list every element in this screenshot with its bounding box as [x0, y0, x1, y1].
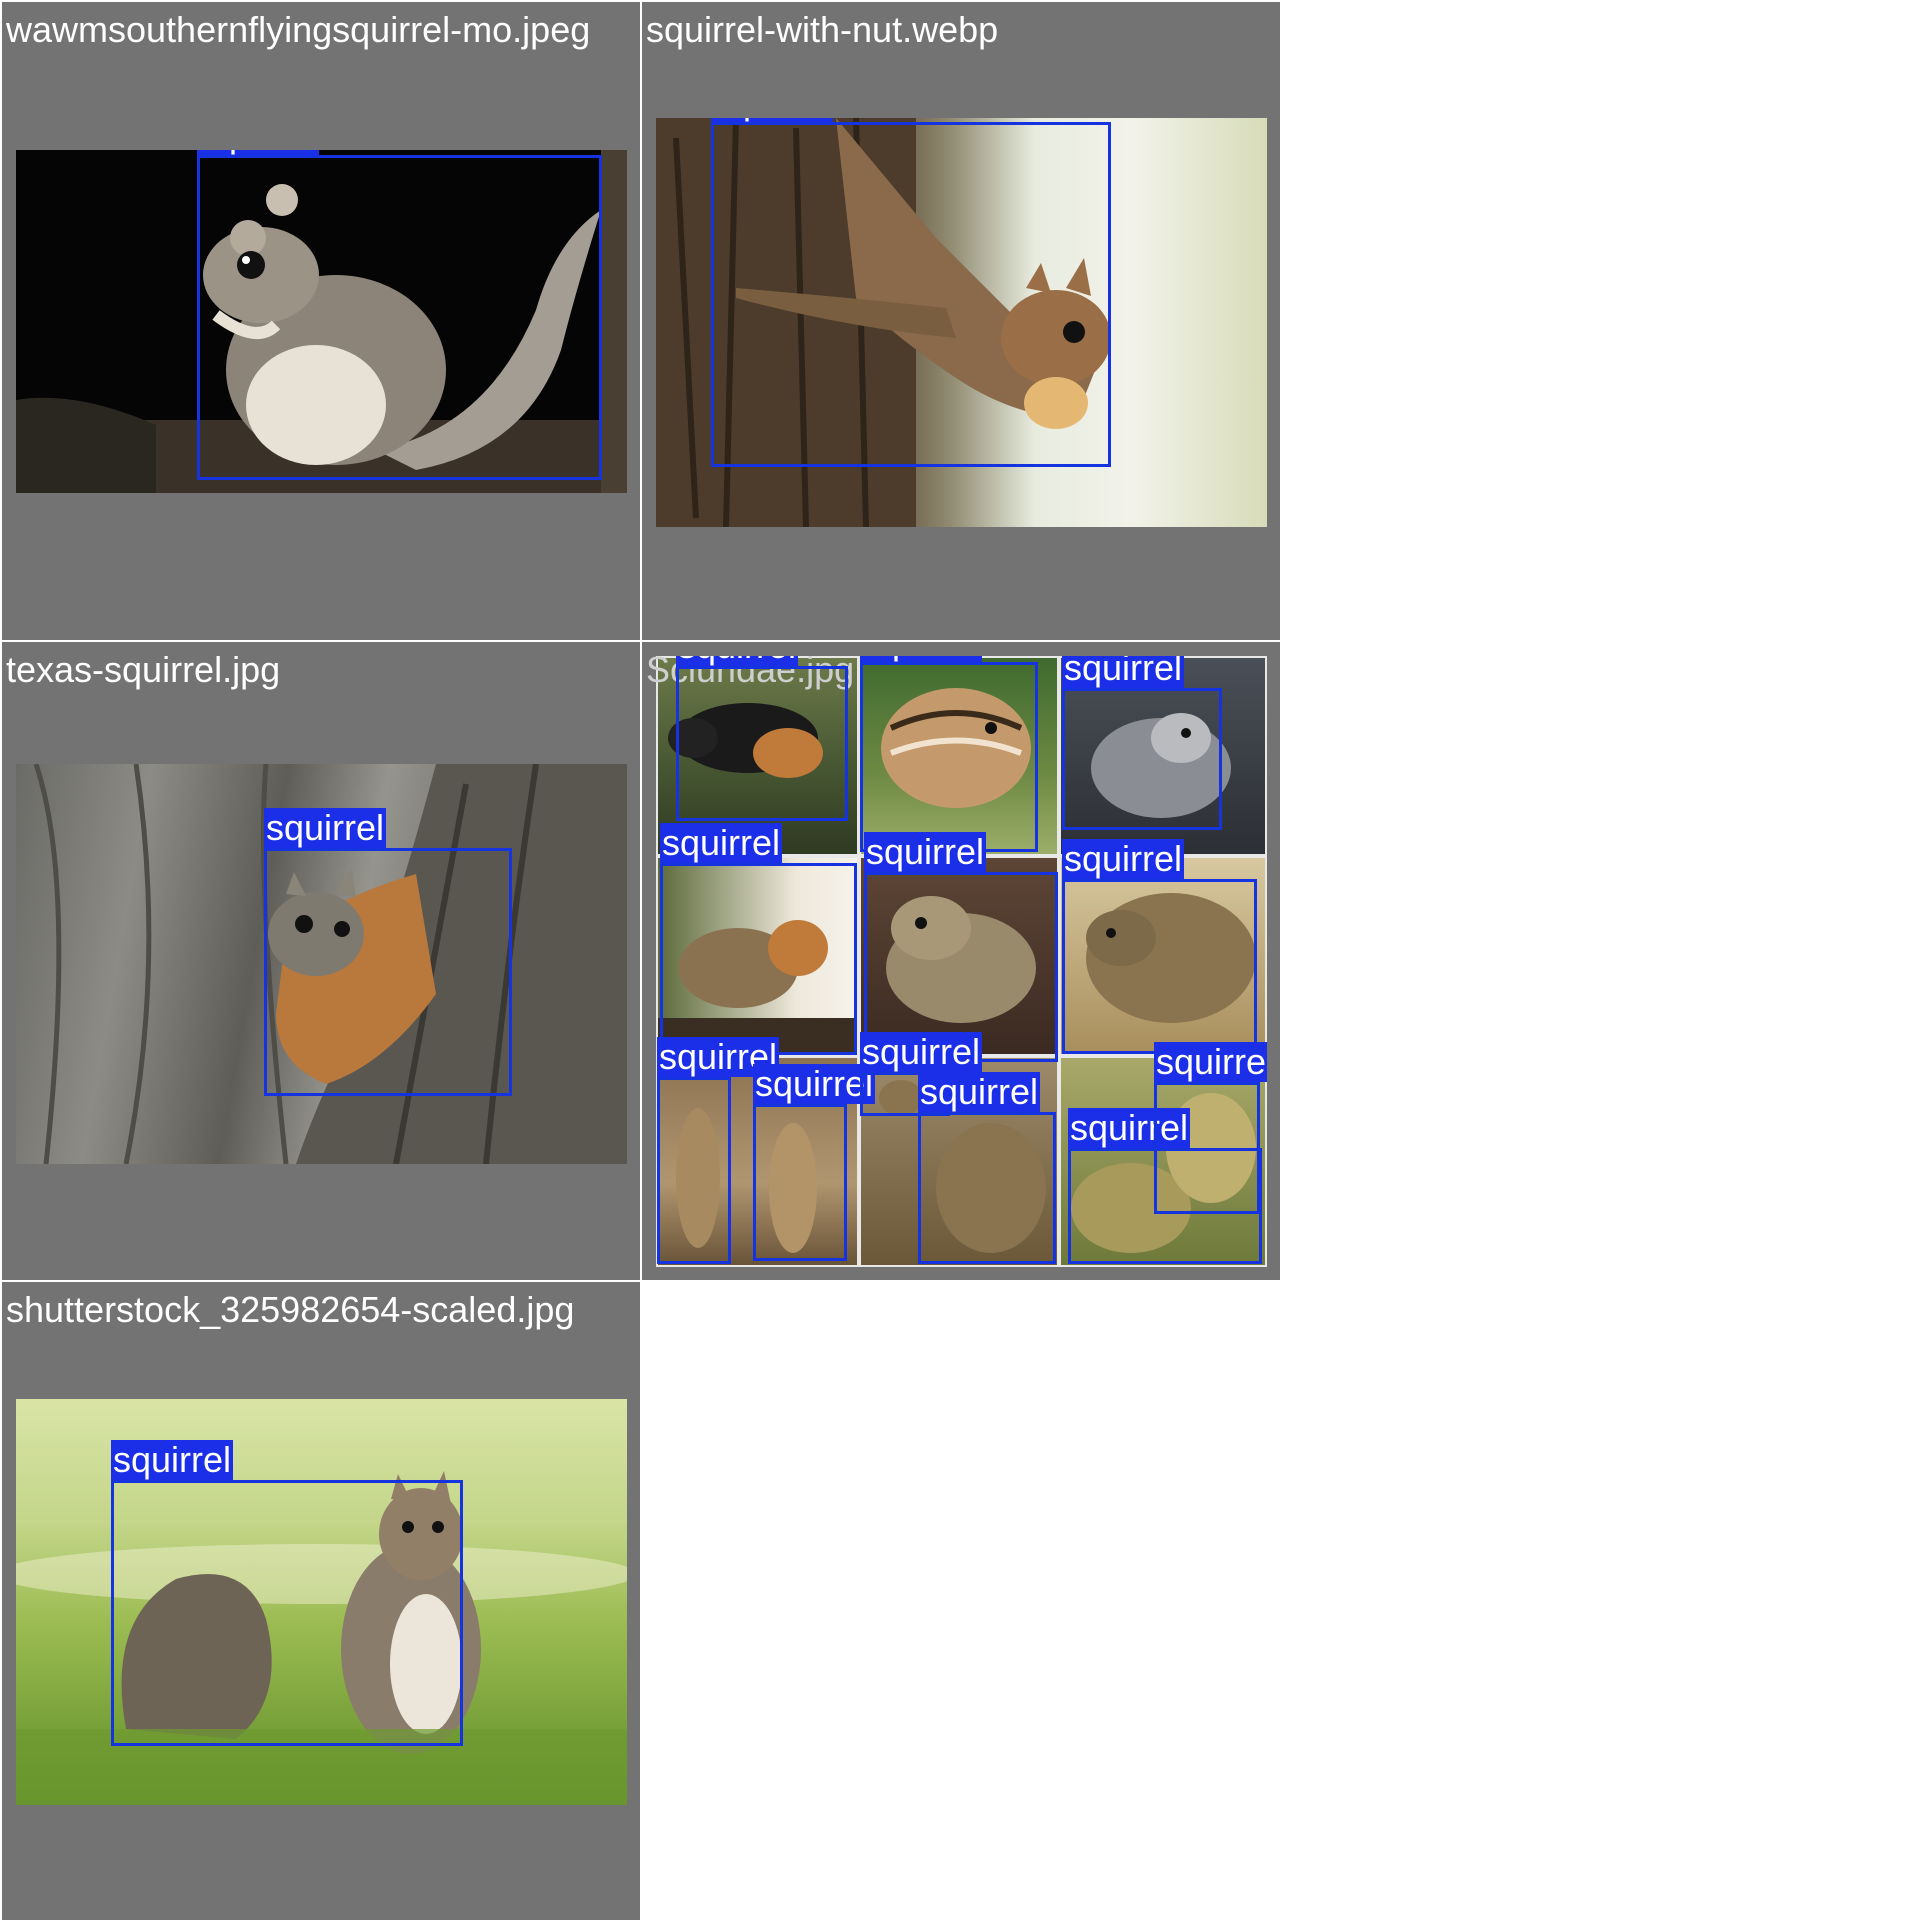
detection-box[interactable]: squirrel: [711, 118, 1111, 467]
detection-label: squirrel: [864, 831, 987, 872]
detection-label: squirrel: [711, 118, 834, 122]
detection-label: squirrel: [860, 656, 983, 662]
detection-label: squirrel: [860, 1031, 983, 1072]
image-filename: shutterstock_325982654-scaled.jpg: [6, 1289, 575, 1330]
image-filename: wawmsouthernflyingsquirrel-mo.jpeg: [6, 9, 591, 50]
image-tile-shutterstock-squirrel[interactable]: shutterstock_325982654-scaled.jpg squirr…: [2, 1282, 640, 1920]
image-filename: texas-squirrel.jpg: [6, 649, 281, 690]
detection-box[interactable]: squirrel: [753, 1064, 876, 1261]
image-tile-texas-squirrel[interactable]: texas-squirrel.jpg squirrel: [2, 642, 640, 1280]
detection-box[interactable]: squirrel: [676, 656, 848, 821]
detection-label: squirrel: [753, 1063, 876, 1104]
photo-sciuridae-mosaic: squirrel squirrel squirrel squirrel squi…: [656, 656, 1267, 1267]
detection-label: squirrel: [1062, 838, 1185, 879]
image-tile-flying-squirrel[interactable]: wawmsouthernflyingsquirrel-mo.jpeg squir…: [2, 2, 640, 640]
photo-flying-squirrel: squirrel: [16, 150, 627, 493]
image-tile-squirrel-with-nut[interactable]: squirrel-with-nut.webp squirrel: [642, 2, 1280, 640]
detection-box[interactable]: squirrel: [1062, 839, 1257, 1054]
detection-label: squirrel: [111, 1439, 234, 1480]
detection-box[interactable]: squirrel: [860, 656, 1038, 852]
detection-box[interactable]: squirrel: [657, 1037, 780, 1264]
detection-label: squirrel: [197, 150, 320, 155]
image-tile-sciuridae[interactable]: Sciuridae.jpg squirrel squirrel squirrel…: [642, 642, 1280, 1280]
image-filename: squirrel-with-nut.webp: [646, 9, 999, 50]
detection-label: squirrel: [1154, 1042, 1267, 1082]
detection-label: squirrel: [264, 807, 387, 848]
photo-squirrel-with-nut: squirrel: [656, 118, 1267, 527]
detection-label: squirrel: [918, 1071, 1041, 1112]
detection-box[interactable]: squirrel: [1062, 656, 1222, 830]
detection-label: squirrel: [1062, 656, 1185, 688]
photo-squirrel-on-grass: squirrel: [16, 1399, 627, 1805]
detection-label: squirrel: [676, 656, 799, 666]
detection-box[interactable]: squirrel: [1154, 1042, 1267, 1214]
detection-box[interactable]: squirrel: [197, 150, 602, 480]
detection-box[interactable]: squirrel: [264, 808, 512, 1096]
detection-box[interactable]: squirrel: [111, 1440, 463, 1746]
detection-box[interactable]: squirrel: [660, 823, 857, 1055]
photo-texas-squirrel: squirrel: [16, 764, 627, 1164]
detection-label: squirrel: [660, 822, 783, 863]
detection-box[interactable]: squirrel: [918, 1072, 1056, 1264]
